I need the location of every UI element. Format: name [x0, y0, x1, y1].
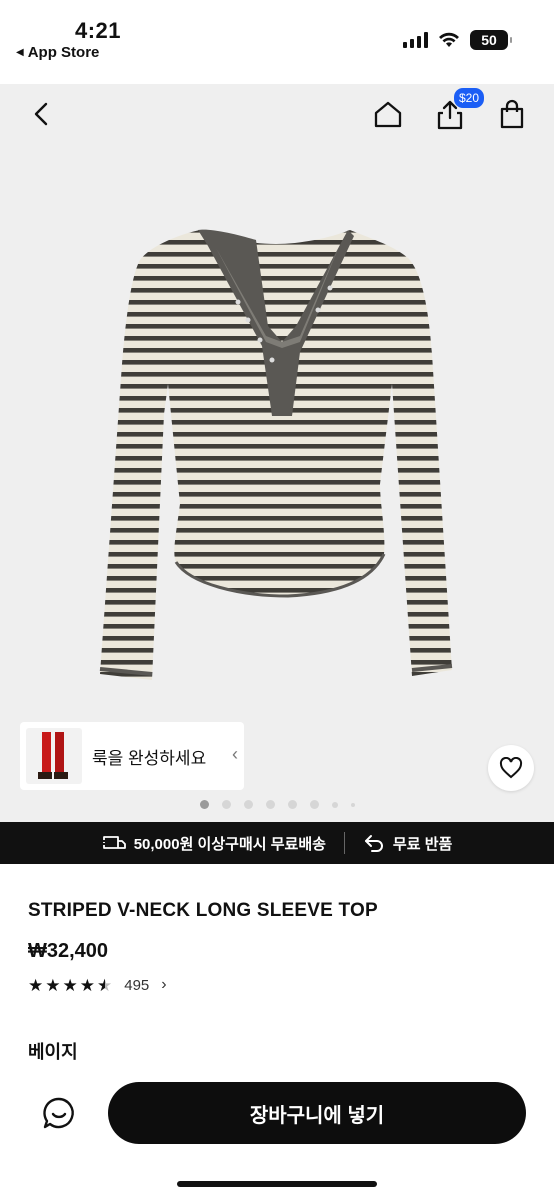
pagination-dot[interactable] — [265, 800, 275, 809]
status-indicators: 50 — [403, 30, 512, 50]
shopping-bag-icon — [500, 99, 524, 129]
product-price: ₩32,400 — [28, 940, 109, 962]
chat-icon — [43, 1097, 74, 1129]
pagination-dot[interactable] — [199, 800, 209, 809]
selected-color-label: 베이지 — [28, 1042, 78, 1062]
status-time: 4:21 — [75, 18, 122, 43]
free-shipping-info: 50,000원 이상구매시 무료배송 — [101, 833, 326, 854]
pagination-dot[interactable] — [243, 800, 253, 809]
star-icon: ★ — [62, 975, 78, 995]
star-icon: ★ — [79, 975, 95, 995]
pagination-dot[interactable] — [331, 801, 338, 808]
free-return-info: 무료 반품 — [363, 833, 452, 854]
status-bar: 4:21 ◀ App Store 50 — [0, 0, 554, 84]
pagination-dot[interactable] — [221, 800, 231, 809]
pagination-dot[interactable] — [309, 800, 319, 809]
pagination-dot[interactable] — [287, 800, 297, 809]
home-indicator — [177, 1181, 377, 1187]
back-triangle-icon: ◀ — [16, 47, 24, 58]
chevron-left-icon — [34, 102, 48, 126]
chevron-right-icon: › — [161, 976, 167, 993]
rating-row[interactable]: ★ ★ ★ ★ ★ 495 › — [28, 976, 167, 994]
complete-the-look-label: 룩을 완성하세요 — [92, 748, 207, 768]
wifi-icon — [439, 32, 459, 47]
free-shipping-text: 50,000원 이상구매시 무료배송 — [133, 835, 326, 853]
half-star-icon: ★ — [97, 975, 113, 995]
star-icon: ★ — [45, 975, 61, 995]
battery-icon: 50 — [470, 30, 512, 50]
pagination-dot[interactable] — [350, 802, 355, 807]
back-to-app-link[interactable]: ◀ App Store — [16, 44, 99, 61]
return-arrow-icon — [364, 835, 383, 852]
cellular-signal-icon — [403, 32, 428, 48]
share-reward-badge: $20 — [454, 88, 485, 108]
review-count: 495 — [124, 976, 150, 994]
back-app-label: App Store — [27, 44, 100, 61]
free-return-text: 무료 반품 — [392, 835, 453, 853]
product-image-carousel[interactable] — [0, 84, 554, 822]
delivery-truck-icon — [101, 836, 126, 849]
shipping-info-bar: 50,000원 이상구매시 무료배송 무료 반품 — [0, 822, 554, 864]
divider — [343, 832, 345, 854]
add-to-cart-button[interactable]: 장바구니에 넣기 — [108, 1082, 526, 1144]
look-thumbnail — [26, 728, 82, 784]
wishlist-button[interactable] — [488, 745, 534, 791]
product-image — [0, 84, 554, 822]
heart-icon — [499, 757, 523, 779]
home-icon — [374, 101, 402, 128]
star-icon: ★ — [28, 975, 44, 995]
chevron-left-icon: ‹ — [232, 744, 238, 764]
chat-support-button[interactable] — [36, 1090, 82, 1136]
carousel-pagination — [0, 800, 554, 809]
home-button[interactable] — [370, 96, 406, 132]
cart-bag-button[interactable] — [494, 96, 530, 132]
complete-the-look-card[interactable]: 룩을 완성하세요 ‹ — [20, 722, 244, 790]
back-button[interactable] — [24, 96, 60, 132]
product-title: STRIPED V-NECK LONG SLEEVE TOP — [28, 900, 378, 921]
